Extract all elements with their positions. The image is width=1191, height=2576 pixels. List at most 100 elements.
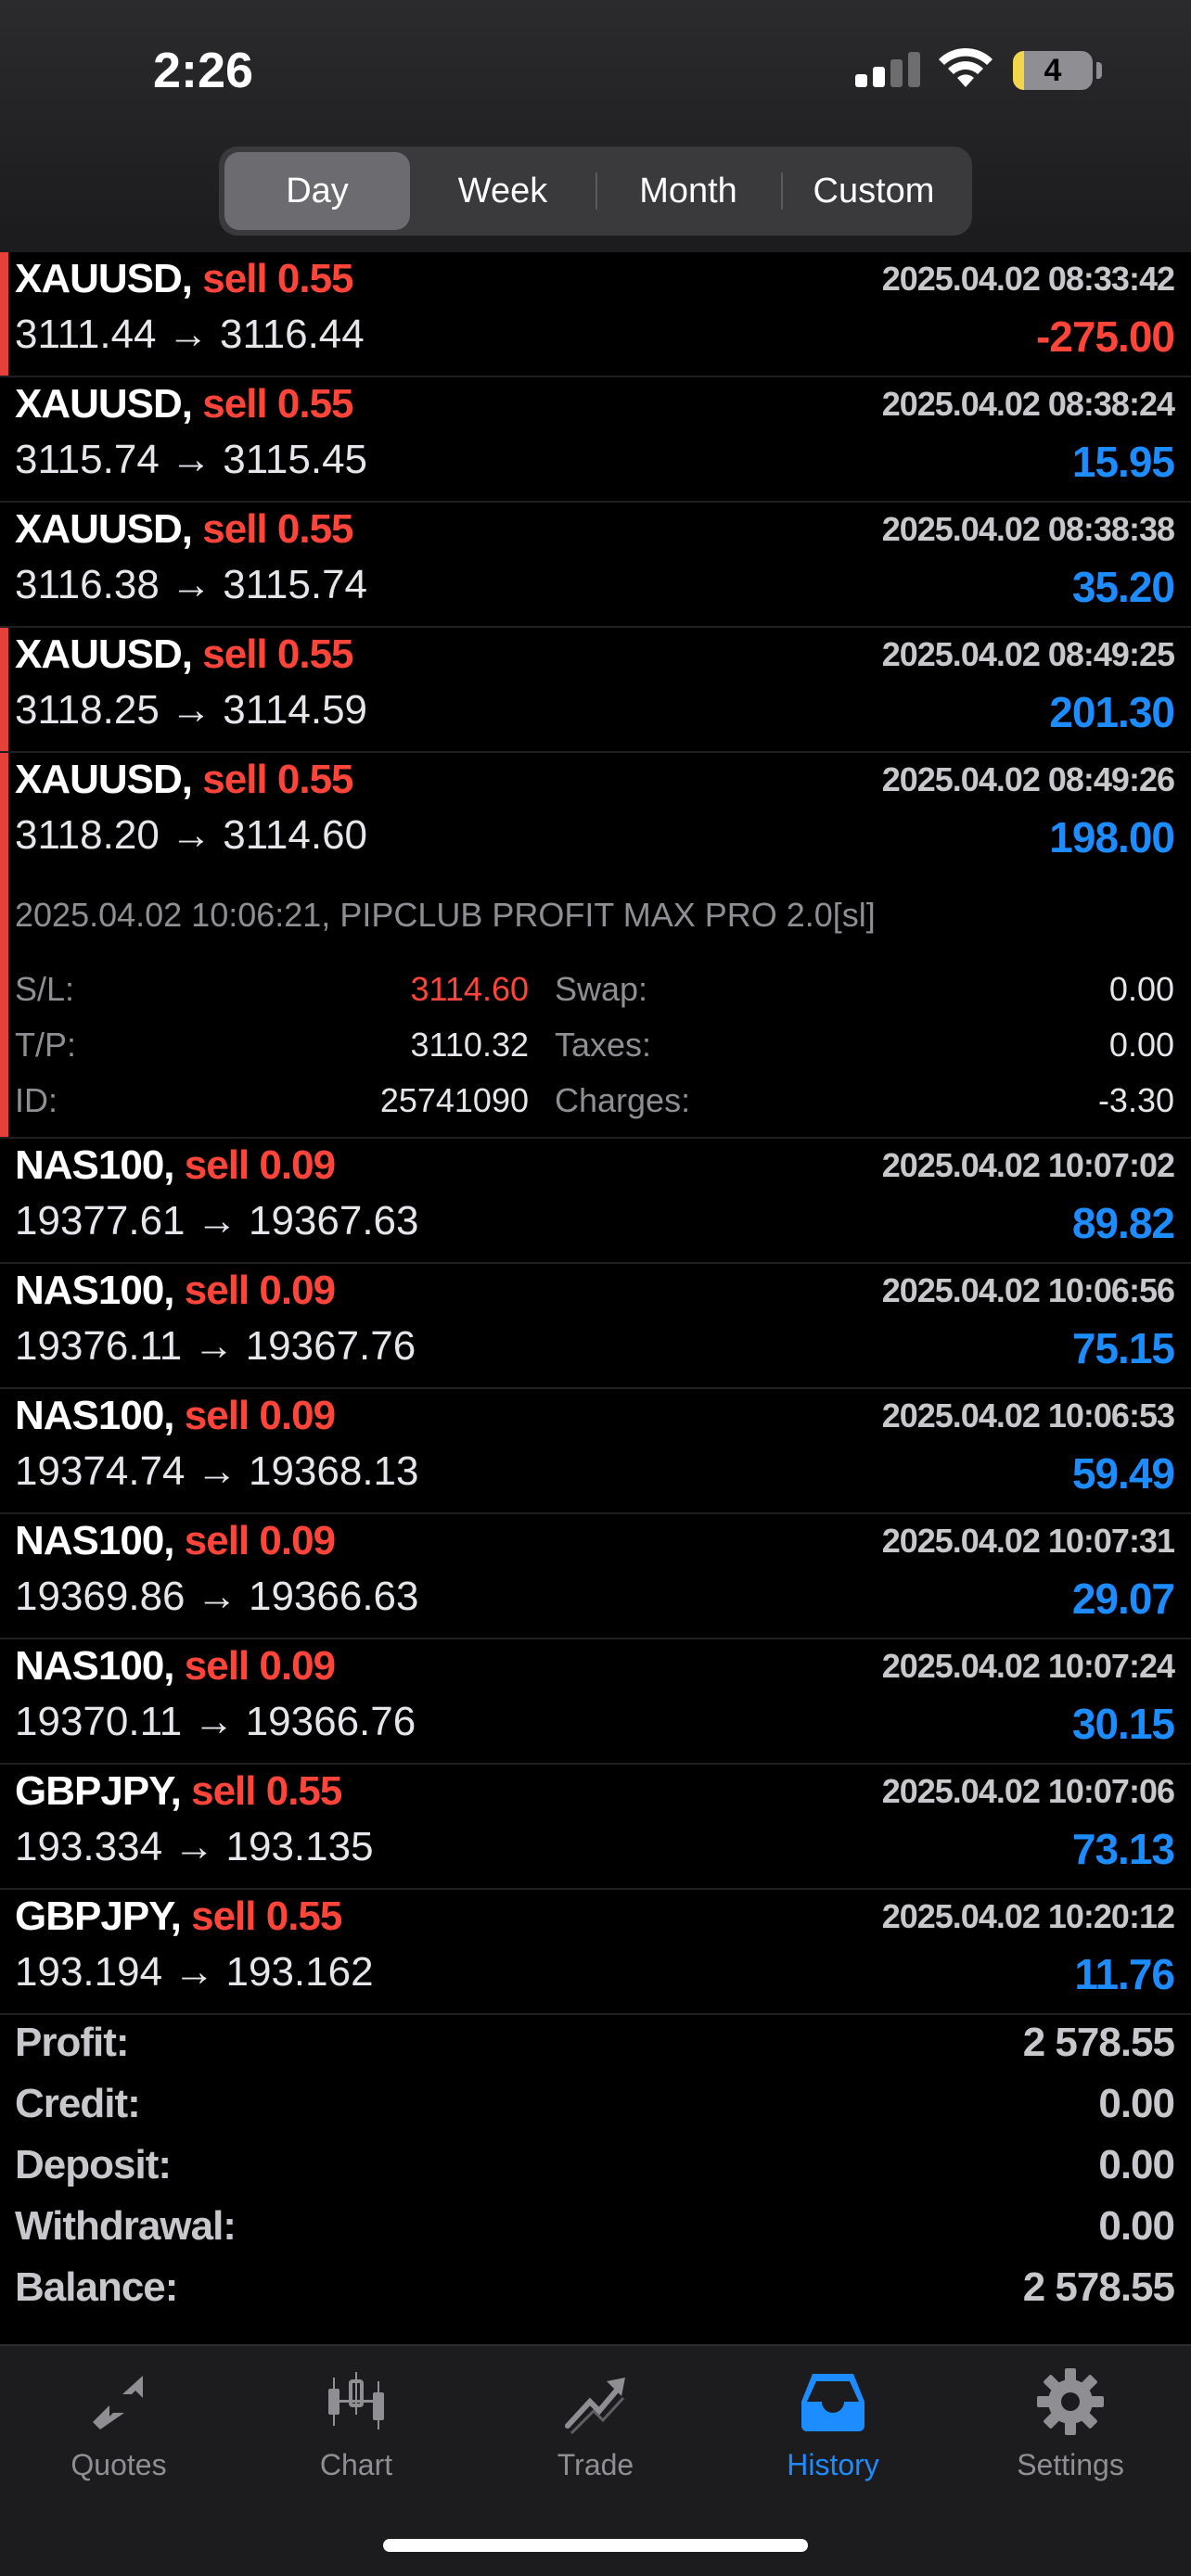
deal-datetime: 2025.04.02 08:49:25 — [881, 635, 1175, 673]
wifi-icon — [939, 47, 992, 87]
tab-day[interactable]: Day — [224, 152, 410, 230]
gear-icon — [968, 2365, 1172, 2439]
deal-datetime: 2025.04.02 08:38:38 — [881, 510, 1175, 548]
tab-trade[interactable]: Trade — [493, 2365, 698, 2504]
deal-row[interactable]: XAUUSD, sell 0.55 2025.04.02 08:49:25 3118… — [0, 628, 1191, 753]
deal-profit: 198.00 — [1049, 813, 1175, 861]
header: 2:26 4 Day Week Month Custom — [0, 0, 1191, 252]
deal-symbol: NAS100, sell 0.09 — [15, 1393, 336, 1438]
deal-symbol: NAS100, sell 0.09 — [15, 1643, 336, 1689]
deal-row[interactable]: GBPJPY, sell 0.55 2025.04.02 10:07:06 193.… — [0, 1765, 1191, 1890]
deal-profit: 201.30 — [1049, 688, 1175, 736]
deal-prices: 193.334 → 193.135 — [15, 1824, 374, 1869]
deal-row[interactable]: NAS100, sell 0.09 2025.04.02 10:06:53 1937… — [0, 1389, 1191, 1514]
deal-datetime: 2025.04.02 10:20:12 — [881, 1897, 1175, 1935]
deal-comment: 2025.04.02 10:06:21, PIPCLUB PROFIT MAX … — [15, 896, 876, 934]
tp-label: T/P: — [15, 1026, 77, 1064]
deal-side: sell 0.09 — [184, 1393, 336, 1438]
deal-profit: 75.15 — [1071, 1324, 1175, 1372]
deal-row[interactable]: XAUUSD, sell 0.55 2025.04.02 08:38:38 3116… — [0, 503, 1191, 628]
tab-week[interactable]: Week — [410, 152, 596, 230]
totals-label: Balance: — [15, 2264, 178, 2310]
chart-icon — [254, 2365, 458, 2439]
deal-symbol: NAS100, sell 0.09 — [15, 1518, 336, 1563]
tab-chart[interactable]: Chart — [254, 2365, 458, 2504]
deal-prices: 3116.38 → 3115.74 — [15, 562, 368, 607]
deal-symbol: XAUUSD, sell 0.55 — [15, 256, 354, 301]
deal-datetime: 2025.04.02 10:07:24 — [881, 1647, 1175, 1685]
deal-prices: 3118.20 → 3114.60 — [15, 812, 368, 858]
battery-icon: 4 — [1013, 51, 1093, 90]
tab-month[interactable]: Month — [596, 152, 781, 230]
deal-datetime: 2025.04.02 10:06:56 — [881, 1271, 1175, 1309]
deal-list: XAUUSD, sell 0.55 2025.04.02 08:33:42 3111… — [0, 252, 1191, 2015]
deal-row[interactable]: GBPJPY, sell 0.55 2025.04.02 10:20:12 193.… — [0, 1890, 1191, 2015]
deal-side: sell 0.55 — [191, 1894, 342, 1939]
deal-symbol: GBPJPY, sell 0.55 — [15, 1894, 342, 1939]
tab-history[interactable]: History — [731, 2365, 935, 2504]
battery-level: 4 — [1044, 53, 1062, 88]
deal-side: sell 0.55 — [202, 757, 353, 802]
deal-prices: 3118.25 → 3114.59 — [15, 687, 368, 733]
deal-datetime: 2025.04.02 10:07:06 — [881, 1772, 1175, 1810]
id-label: ID: — [15, 1081, 58, 1119]
totals-row: Profit: 2 578.55 — [0, 2012, 1191, 2073]
deal-profit: 15.95 — [1071, 438, 1175, 486]
totals-label: Profit: — [15, 2020, 130, 2065]
tab-quotes[interactable]: Quotes — [17, 2365, 221, 2504]
deal-symbol: XAUUSD, sell 0.55 — [15, 381, 354, 427]
deal-prices: 19370.11 → 19366.76 — [15, 1699, 416, 1744]
deal-row[interactable]: NAS100, sell 0.09 2025.04.02 10:06:56 1937… — [0, 1264, 1191, 1389]
taxes-label: Taxes: — [555, 1026, 652, 1064]
deal-row[interactable]: NAS100, sell 0.09 2025.04.02 10:07:24 1937… — [0, 1639, 1191, 1765]
deal-profit: -275.00 — [1035, 312, 1175, 361]
deal-symbol: GBPJPY, sell 0.55 — [15, 1768, 342, 1814]
deal-side: sell 0.55 — [202, 631, 353, 677]
deal-profit: 11.76 — [1074, 1950, 1175, 1998]
deal-prices: 19374.74 → 19368.13 — [15, 1448, 419, 1494]
battery-tip — [1096, 62, 1102, 79]
swap-label: Swap: — [555, 970, 648, 1008]
deal-profit: 35.20 — [1071, 563, 1175, 611]
deal-row[interactable]: XAUUSD, sell 0.55 2025.04.02 08:33:42 3111… — [0, 252, 1191, 377]
period-segmented-control: Day Week Month Custom — [219, 147, 972, 236]
totals-label: Withdrawal: — [15, 2203, 237, 2249]
totals-row: Balance: 2 578.55 — [0, 2257, 1191, 2318]
deal-row[interactable]: NAS100, sell 0.09 2025.04.02 10:07:02 1937… — [0, 1139, 1191, 1264]
deal-side: sell 0.55 — [191, 1768, 342, 1814]
tp-value: 3110.32 — [410, 1026, 529, 1064]
deal-row[interactable]: XAUUSD, sell 0.55 2025.04.02 08:38:24 3115… — [0, 377, 1191, 503]
totals-row: Deposit: 0.00 — [0, 2135, 1191, 2196]
tab-custom[interactable]: Custom — [781, 152, 967, 230]
deal-profit: 30.15 — [1071, 1700, 1175, 1748]
deal-datetime: 2025.04.02 08:38:24 — [881, 385, 1175, 423]
deal-prices: 3115.74 → 3115.45 — [15, 437, 368, 482]
deal-prices: 19376.11 → 19367.76 — [15, 1323, 416, 1369]
quotes-icon — [17, 2365, 221, 2439]
deal-prices: 19377.61 → 19367.63 — [15, 1198, 419, 1243]
totals-row: Credit: 0.00 — [0, 2073, 1191, 2135]
deal-row[interactable]: NAS100, sell 0.09 2025.04.02 10:07:31 1936… — [0, 1514, 1191, 1639]
deal-datetime: 2025.04.02 10:07:02 — [881, 1146, 1175, 1184]
tab-settings[interactable]: Settings — [968, 2365, 1172, 2504]
cellular-signal-icon — [855, 52, 920, 87]
deal-profit: 89.82 — [1071, 1199, 1175, 1247]
swap-value: 0.00 — [1108, 970, 1174, 1008]
deal-datetime: 2025.04.02 08:49:26 — [881, 760, 1175, 798]
sl-label: S/L: — [15, 970, 75, 1008]
tab-label: Trade — [557, 2448, 634, 2481]
deal-side: sell 0.09 — [184, 1643, 336, 1689]
totals-value: 0.00 — [1098, 2142, 1175, 2187]
deal-symbol: XAUUSD, sell 0.55 — [15, 757, 354, 802]
totals-value: 0.00 — [1098, 2203, 1175, 2249]
tab-label: Settings — [1017, 2448, 1124, 2481]
charges-value: -3.30 — [1097, 1081, 1174, 1119]
totals-row: Withdrawal: 0.00 — [0, 2196, 1191, 2257]
totals-value: 2 578.55 — [1022, 2020, 1175, 2065]
status-time: 2:26 — [153, 43, 254, 98]
history-icon — [731, 2365, 935, 2439]
deal-row[interactable]: XAUUSD, sell 0.55 2025.04.02 08:49:26 3118… — [0, 753, 1191, 1139]
deal-symbol: NAS100, sell 0.09 — [15, 1268, 336, 1313]
charges-label: Charges: — [555, 1081, 691, 1119]
deal-side: sell 0.55 — [202, 506, 353, 552]
